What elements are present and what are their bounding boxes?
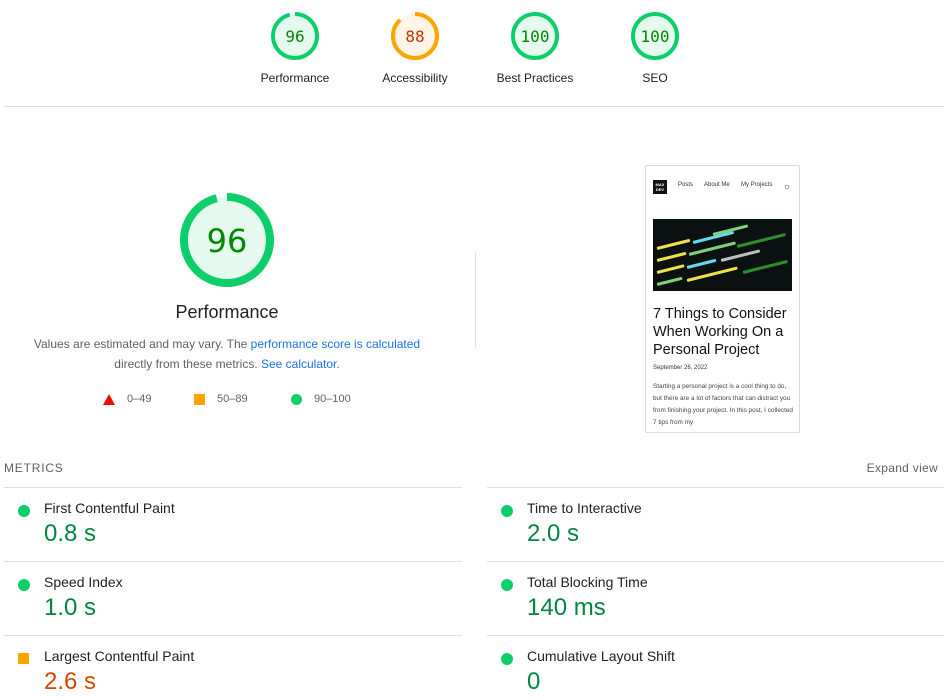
- gauge-score: 100: [641, 27, 670, 46]
- seo-score-ring: 100: [631, 12, 679, 60]
- metric-value: 0.8 s: [44, 520, 97, 547]
- accessibility-score-ring: 88: [391, 12, 439, 60]
- metric-value: 2.6 s: [44, 668, 97, 695]
- circle-icon: [291, 393, 302, 405]
- performance-main-score: 96: [207, 222, 248, 260]
- metric-value: 1.0 s: [44, 594, 97, 621]
- average-square-icon: [18, 653, 29, 664]
- header-divider: [4, 106, 944, 107]
- gauge-score: 88: [405, 27, 424, 46]
- performance-main-gauge: 96: [180, 193, 274, 287]
- pass-circle-icon: [501, 505, 513, 517]
- metric-value: 0: [527, 668, 541, 695]
- see-calculator-link[interactable]: See calculator.: [261, 357, 340, 371]
- metric-total-blocking-time[interactable]: Total Blocking Time 140 ms: [487, 561, 944, 635]
- pass-circle-icon: [18, 579, 30, 591]
- code-line: [656, 238, 691, 250]
- legend-fail-range: 0–49: [127, 393, 152, 405]
- post-excerpt: Starting a personal project is a cool th…: [653, 383, 793, 426]
- legend-average-range: 50–89: [217, 393, 248, 405]
- nav-posts: Posts: [678, 182, 694, 188]
- desc-text: Values are estimated and may vary. The: [33, 337, 251, 351]
- nav-about: About Me: [704, 182, 730, 188]
- metric-value: 140 ms: [527, 594, 606, 621]
- page-screenshot-thumbnail[interactable]: MAX DEV Posts About Me My Projects ☼ 7 T…: [645, 165, 800, 433]
- gauge-score: 100: [521, 27, 550, 46]
- post-title: 7 Things to Consider When Working On a P…: [653, 306, 787, 358]
- performance-title: Performance: [175, 302, 279, 322]
- metric-title: First Contentful Paint: [44, 500, 175, 516]
- metric-title: Cumulative Layout Shift: [527, 648, 675, 664]
- metric-largest-contentful-paint[interactable]: Largest Contentful Paint 2.6 s: [4, 635, 462, 699]
- code-line: [688, 241, 736, 256]
- gauge-accessibility[interactable]: 88 Accessibility: [355, 10, 475, 85]
- gauge-performance[interactable]: 96 Performance: [235, 10, 355, 85]
- metric-title: Largest Contentful Paint: [44, 648, 195, 664]
- vertical-divider: [475, 252, 476, 348]
- metric-value: 2.0 s: [527, 520, 580, 547]
- pass-circle-icon: [18, 505, 30, 517]
- code-line: [656, 264, 685, 274]
- gauge-seo[interactable]: 100 SEO: [595, 10, 715, 85]
- best-practices-score-ring: 100: [511, 12, 559, 60]
- metric-title: Speed Index: [44, 574, 123, 590]
- gauge-label: Accessibility: [382, 71, 448, 85]
- thumbnail-nav: MAX DEV Posts About Me My Projects ☼: [653, 180, 793, 194]
- pass-circle-icon: [501, 653, 513, 665]
- legend-pass: 90–100: [291, 393, 351, 405]
- metric-first-contentful-paint[interactable]: First Contentful Paint 0.8 s: [4, 487, 462, 561]
- triangle-icon: [103, 393, 115, 405]
- metric-title: Time to Interactive: [527, 500, 642, 516]
- legend-fail: 0–49: [103, 393, 151, 405]
- post-hero-image: [653, 219, 792, 291]
- metric-title: Total Blocking Time: [527, 574, 648, 590]
- gauge-label: Best Practices: [496, 71, 574, 85]
- logo-text-bottom: DEV: [655, 187, 665, 192]
- code-line: [686, 266, 738, 282]
- metric-cumulative-layout-shift[interactable]: Cumulative Layout Shift 0: [487, 635, 944, 699]
- sun-icon: ☼: [782, 181, 791, 191]
- expand-view-toggle[interactable]: Expand view: [867, 461, 938, 475]
- nav-projects: My Projects: [741, 182, 773, 188]
- gauge-best-practices[interactable]: 100 Best Practices: [475, 10, 595, 85]
- metric-time-to-interactive[interactable]: Time to Interactive 2.0 s: [487, 487, 944, 561]
- legend-pass-range: 90–100: [314, 393, 351, 405]
- gauge-score: 96: [285, 27, 304, 46]
- square-icon: [194, 393, 205, 405]
- code-line: [656, 251, 687, 262]
- desc-text: directly from these metrics.: [114, 357, 261, 371]
- score-legend: 0–49 50–89 90–100: [0, 393, 454, 411]
- metrics-heading: METRICS: [4, 461, 64, 475]
- metric-speed-index[interactable]: Speed Index 1.0 s: [4, 561, 462, 635]
- performance-score-ring: 96: [271, 12, 319, 60]
- score-calculated-link[interactable]: performance score is calculated: [251, 337, 420, 351]
- code-line: [736, 232, 786, 248]
- code-line: [742, 259, 788, 274]
- performance-description: Values are estimated and may vary. The p…: [0, 334, 454, 374]
- pass-circle-icon: [501, 579, 513, 591]
- legend-average: 50–89: [194, 393, 248, 405]
- gauge-label: SEO: [642, 71, 668, 85]
- code-line: [656, 276, 683, 286]
- site-logo: MAX DEV: [653, 180, 667, 194]
- post-date: September 26, 2022: [653, 365, 708, 371]
- gauge-label: Performance: [260, 71, 330, 85]
- code-line: [720, 249, 761, 262]
- category-gauges: 96 Performance 88 Accessibility 100 Best…: [0, 0, 944, 106]
- code-line: [686, 258, 717, 269]
